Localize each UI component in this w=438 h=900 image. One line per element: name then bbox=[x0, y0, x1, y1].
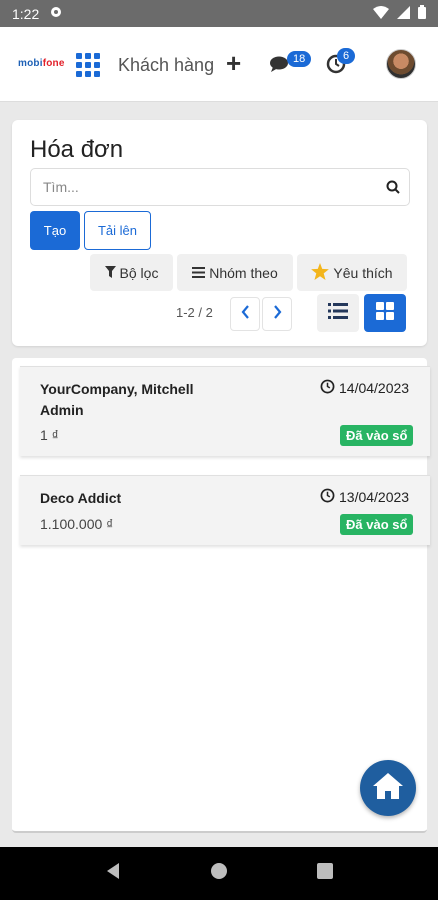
pager-next-button[interactable] bbox=[262, 297, 292, 331]
settings-icon bbox=[49, 5, 63, 22]
invoice-date-text: 13/04/2023 bbox=[339, 489, 410, 505]
home-icon bbox=[371, 771, 405, 806]
invoice-card[interactable]: YourCompany, Mitchell Admin 14/04/2023 1… bbox=[20, 366, 430, 456]
back-icon[interactable] bbox=[105, 862, 121, 885]
top-navbar: mobifone Khách hàng + 18 6 bbox=[0, 27, 438, 102]
activities-button[interactable]: 6 bbox=[326, 48, 356, 79]
control-panel: Hóa đơn Tạo Tải lên Bộ lọc Nhóm theo Yêu… bbox=[12, 120, 427, 346]
menu-title[interactable]: Khách hàng bbox=[118, 55, 214, 76]
upload-button[interactable]: Tải lên bbox=[84, 211, 151, 250]
recents-icon[interactable] bbox=[317, 863, 334, 884]
status-time: 1:22 bbox=[12, 5, 40, 22]
status-badge: Đã vào sổ bbox=[340, 425, 414, 446]
pager-previous-button[interactable] bbox=[230, 297, 260, 331]
star-icon bbox=[311, 262, 330, 283]
status-bar: 1:22 bbox=[0, 0, 438, 27]
page-title: Hóa đơn bbox=[30, 136, 124, 163]
status-badge: Đã vào sổ bbox=[340, 514, 414, 535]
grid-icon bbox=[376, 301, 394, 325]
favorites-label: Yêu thích bbox=[333, 264, 393, 281]
group-label: Nhóm theo bbox=[209, 264, 278, 281]
activities-badge: 6 bbox=[337, 48, 356, 64]
group-by-button[interactable]: Nhóm theo bbox=[177, 254, 293, 291]
user-avatar[interactable] bbox=[386, 49, 416, 79]
search-input[interactable] bbox=[30, 168, 410, 206]
messages-badge: 18 bbox=[287, 51, 312, 67]
bars-icon bbox=[192, 265, 206, 281]
favorites-button[interactable]: Yêu thích bbox=[297, 254, 407, 291]
mobifone-logo[interactable]: mobifone bbox=[18, 58, 65, 69]
invoice-amount: 1 ₫ bbox=[40, 427, 59, 443]
invoice-date: 14/04/2023 bbox=[320, 379, 409, 397]
messages-button[interactable]: 18 bbox=[270, 51, 312, 78]
create-button[interactable]: Tạo bbox=[30, 211, 80, 250]
kanban-view: YourCompany, Mitchell Admin 14/04/2023 1… bbox=[12, 358, 430, 833]
invoice-partner: Deco Addict bbox=[40, 490, 122, 506]
filter-label: Bộ lọc bbox=[119, 264, 159, 281]
apps-menu-icon[interactable] bbox=[76, 53, 100, 77]
kanban-view-button[interactable] bbox=[364, 294, 406, 332]
system-navigation-bar bbox=[0, 847, 438, 900]
invoice-amount: 1.100.000 ₫ bbox=[40, 516, 114, 532]
chevron-left-icon bbox=[241, 304, 250, 324]
pager-value[interactable]: 1-2 / 2 bbox=[176, 305, 213, 320]
invoice-card[interactable]: Deco Addict 13/04/2023 1.100.000 ₫ Đã và… bbox=[20, 475, 430, 545]
plus-icon[interactable]: + bbox=[226, 49, 241, 77]
chevron-right-icon bbox=[273, 304, 282, 324]
invoice-date-text: 14/04/2023 bbox=[339, 380, 410, 396]
filter-button[interactable]: Bộ lọc bbox=[90, 254, 173, 291]
home-circle-icon[interactable] bbox=[210, 862, 228, 885]
list-view-button[interactable] bbox=[317, 294, 359, 332]
clock-icon bbox=[320, 379, 335, 397]
clock-icon bbox=[320, 488, 335, 506]
filter-icon bbox=[104, 265, 116, 281]
signal-icon bbox=[397, 5, 410, 22]
list-icon bbox=[328, 302, 348, 324]
invoice-date: 13/04/2023 bbox=[320, 488, 409, 506]
search-icon[interactable] bbox=[386, 180, 400, 199]
wifi-icon bbox=[373, 5, 389, 22]
home-fab-button[interactable] bbox=[360, 760, 416, 816]
invoice-partner: YourCompany, Mitchell Admin bbox=[40, 381, 194, 418]
battery-icon bbox=[418, 5, 426, 22]
